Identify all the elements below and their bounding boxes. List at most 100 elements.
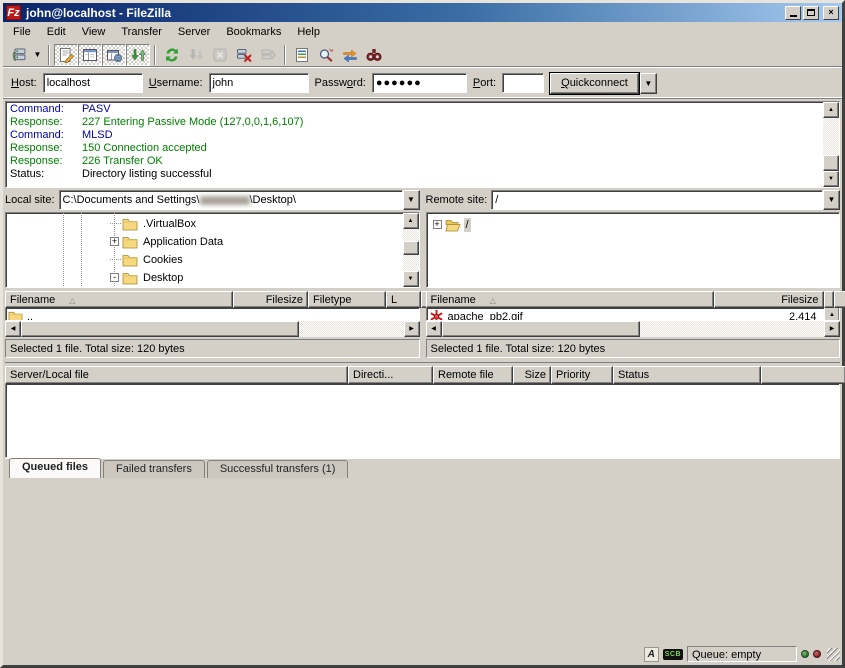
tree-expander-minus-icon[interactable]: - xyxy=(110,273,119,282)
local-combo-dropdown-icon[interactable]: ▼ xyxy=(403,190,420,210)
quickconnect-dropdown-icon[interactable]: ▼ xyxy=(640,73,657,94)
remote-list-header: Filename△Filesize xyxy=(426,291,841,308)
queue-body[interactable] xyxy=(5,384,840,458)
log-line: Response:227 Entering Passive Mode (127,… xyxy=(6,116,823,129)
app-icon[interactable]: Fz xyxy=(6,5,21,20)
tree-item-desktop[interactable]: -Desktop xyxy=(110,269,185,286)
disconnect-button[interactable] xyxy=(232,44,256,66)
scroll-left-button[interactable]: ◀ xyxy=(5,321,21,337)
menu-transfer[interactable]: Transfer xyxy=(113,24,170,40)
sync-browsing-button[interactable] xyxy=(338,44,362,66)
scroll-up-button[interactable]: ▲ xyxy=(823,102,839,118)
username-input[interactable]: john xyxy=(209,73,309,93)
column-header-l[interactable]: L xyxy=(386,291,421,308)
scroll-up-button[interactable]: ▲ xyxy=(403,213,419,229)
tree-item-application-data[interactable]: +Application Data xyxy=(110,233,225,250)
column-header-filesize[interactable]: Filesize xyxy=(714,291,824,308)
compare-button[interactable] xyxy=(314,44,338,66)
column-header-server-local-file[interactable]: Server/Local file xyxy=(5,366,348,384)
scroll-down-button[interactable]: ▼ xyxy=(403,271,419,287)
tab-queued-files[interactable]: Queued files xyxy=(9,458,101,478)
remote-directory-tree[interactable]: +/ xyxy=(427,213,840,287)
host-input[interactable]: localhost xyxy=(43,73,143,93)
close-button[interactable]: × xyxy=(823,6,839,20)
menu-view[interactable]: View xyxy=(74,24,114,40)
menu-server[interactable]: Server xyxy=(170,24,218,40)
toggle-remote-tree-button[interactable] xyxy=(102,44,126,66)
remote-list-scrollbar[interactable]: ▲ ▼ xyxy=(824,308,840,321)
scroll-up-button[interactable]: ▲ xyxy=(824,308,840,321)
column-header-filetype[interactable]: Filetype xyxy=(308,291,386,308)
column-header-remote-file[interactable]: Remote file xyxy=(433,366,513,384)
port-input[interactable] xyxy=(502,73,544,93)
local-path-value[interactable]: C:\Documents and Settings\\Desktop\ xyxy=(59,190,403,210)
tab-successful-transfers-1-[interactable]: Successful transfers (1) xyxy=(207,460,349,478)
quickconnect-button[interactable]: Quickconnect xyxy=(550,73,639,94)
log-line-text: 226 Transfer OK xyxy=(82,155,163,168)
transfer-type-icon[interactable]: A xyxy=(644,647,659,662)
minimize-button[interactable] xyxy=(785,6,801,20)
resize-grip[interactable] xyxy=(827,648,840,661)
scroll-left-button[interactable]: ◀ xyxy=(426,321,442,337)
remote-hscrollbar[interactable]: ◀ ▶ xyxy=(426,321,841,337)
log-scrollbar[interactable]: ▲ ▼ xyxy=(823,102,839,187)
toggle-log-icon xyxy=(58,47,74,63)
menu-bookmarks[interactable]: Bookmarks xyxy=(218,24,289,40)
log-line-text: PASV xyxy=(82,103,111,116)
menu-help[interactable]: Help xyxy=(289,24,328,40)
column-header-status[interactable]: Status xyxy=(613,366,761,384)
scroll-thumb[interactable] xyxy=(442,321,640,337)
tree-item-cookies[interactable]: Cookies xyxy=(110,251,185,268)
file-row-apache_pb2-gif[interactable]: apache_pb2.gif2,414 xyxy=(427,308,825,321)
scroll-right-button[interactable]: ▶ xyxy=(824,321,840,337)
speed-limit-icon[interactable]: SCB xyxy=(663,649,683,660)
site-manager-dropdown-icon[interactable]: ▼ xyxy=(31,44,44,66)
scroll-thumb[interactable] xyxy=(403,241,419,255)
column-header-filename[interactable]: Filename△ xyxy=(426,291,714,308)
remote-pane: Remote site: / ▼ +/ Filename△Filesize ap… xyxy=(426,190,841,358)
log-line-label: Command: xyxy=(6,103,82,116)
maximize-button[interactable] xyxy=(803,6,819,20)
local-site-label: Local site: xyxy=(5,194,55,206)
site-manager-button[interactable] xyxy=(7,44,31,66)
column-header-size[interactable]: Size xyxy=(513,366,551,384)
menu-file[interactable]: File xyxy=(5,24,39,40)
column-header-filesize[interactable]: Filesize xyxy=(233,291,308,308)
local-site-combo[interactable]: C:\Documents and Settings\\Desktop\ ▼ xyxy=(59,190,420,210)
recv-activity-led-icon xyxy=(801,650,809,658)
find-button[interactable] xyxy=(362,44,386,66)
tab-failed-transfers[interactable]: Failed transfers xyxy=(103,460,205,478)
scroll-thumb[interactable] xyxy=(823,155,839,171)
cancel-button xyxy=(208,44,232,66)
remote-site-combo[interactable]: / ▼ xyxy=(491,190,840,210)
scroll-right-button[interactable]: ▶ xyxy=(404,321,420,337)
local-tree-scrollbar[interactable]: ▲ ▼ xyxy=(403,213,419,287)
log-line-label: Command: xyxy=(6,129,82,142)
tree-expander-plus-icon[interactable]: + xyxy=(110,237,119,246)
title-bar[interactable]: Fz john@localhost - FileZilla × xyxy=(3,3,842,22)
local-hscrollbar[interactable]: ◀ ▶ xyxy=(5,321,420,337)
tree-expander-plus-icon[interactable]: + xyxy=(433,220,442,229)
scroll-thumb[interactable] xyxy=(21,321,299,337)
file-row--[interactable]: .. xyxy=(6,308,419,321)
column-header-priority[interactable]: Priority xyxy=(551,366,613,384)
bottom-strip xyxy=(3,478,842,646)
toggle-local-tree-button[interactable] xyxy=(78,44,102,66)
log-line-text: 227 Entering Passive Mode (127,0,0,1,6,1… xyxy=(82,116,303,129)
toggle-log-button[interactable] xyxy=(54,44,78,66)
tree-item--virtualbox[interactable]: .VirtualBox xyxy=(110,215,198,232)
remote-combo-dropdown-icon[interactable]: ▼ xyxy=(823,190,840,210)
log-line: Command:MLSD xyxy=(6,129,823,142)
remote-path-value[interactable]: / xyxy=(491,190,823,210)
column-header-spacer[interactable] xyxy=(761,366,845,384)
toggle-queue-button[interactable] xyxy=(126,44,150,66)
menu-edit[interactable]: Edit xyxy=(39,24,74,40)
filter-button[interactable] xyxy=(290,44,314,66)
password-input[interactable]: ●●●●●● xyxy=(372,73,467,93)
local-directory-tree[interactable]: .VirtualBox+Application DataCookies-Desk… xyxy=(6,213,403,287)
column-header-directi-[interactable]: Directi... xyxy=(348,366,433,384)
tree-item-root[interactable]: +/ xyxy=(433,216,471,233)
scroll-down-button[interactable]: ▼ xyxy=(823,171,839,187)
refresh-button[interactable] xyxy=(160,44,184,66)
column-header-filename[interactable]: Filename△ xyxy=(5,291,233,308)
